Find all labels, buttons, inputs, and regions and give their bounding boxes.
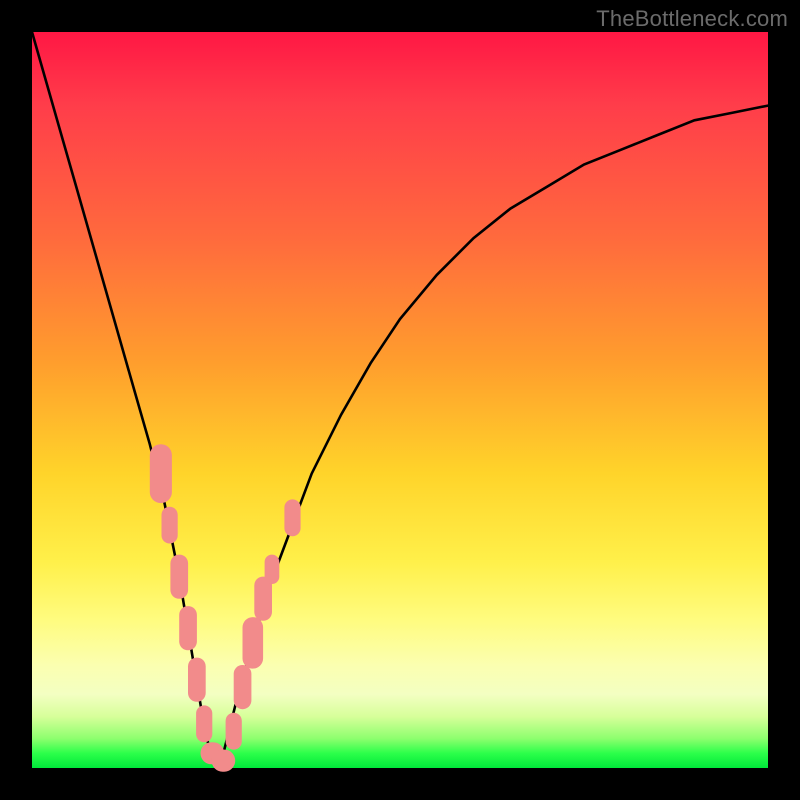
watermark-text: TheBottleneck.com xyxy=(596,6,788,32)
curve-marker xyxy=(234,665,252,709)
curve-marker xyxy=(212,750,236,772)
marker-group xyxy=(150,444,301,771)
curve-marker xyxy=(243,617,264,669)
chart-frame: TheBottleneck.com xyxy=(0,0,800,800)
curve-marker xyxy=(226,713,242,750)
curve-marker xyxy=(162,507,178,544)
curve-marker xyxy=(196,705,212,742)
curve-marker xyxy=(284,499,300,536)
plot-area xyxy=(32,32,768,768)
curve-marker xyxy=(150,444,172,503)
bottleneck-curve xyxy=(32,32,768,768)
curve-marker xyxy=(265,555,280,584)
curve-marker xyxy=(170,555,188,599)
curve-marker xyxy=(179,606,197,650)
curve-marker xyxy=(188,658,206,702)
curve-layer xyxy=(32,32,768,768)
